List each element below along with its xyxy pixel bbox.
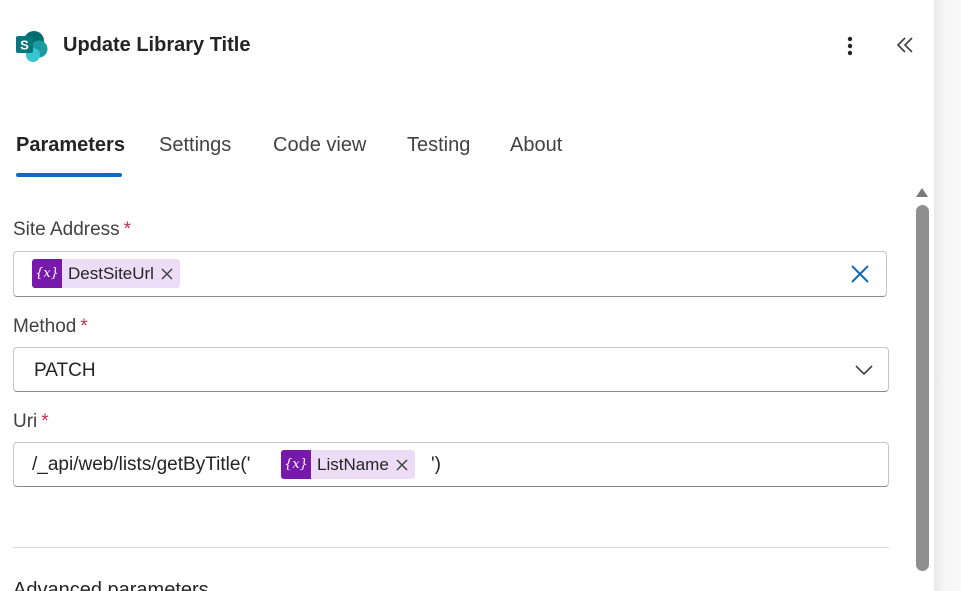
panel-header: S Update Library Title	[0, 0, 934, 90]
method-selected-value: PATCH	[34, 360, 96, 381]
active-tab-indicator	[16, 173, 122, 177]
double-chevron-left-icon	[896, 37, 913, 53]
required-mark: *	[41, 411, 49, 432]
action-config-panel: S Update Library Title Parameters Settin…	[0, 0, 934, 591]
required-mark: *	[80, 316, 88, 337]
tab-code-view[interactable]: Code view	[273, 134, 366, 157]
triangle-up-icon	[916, 187, 928, 197]
section-divider	[13, 547, 889, 548]
clear-field-button[interactable]	[848, 262, 872, 286]
remove-token-button[interactable]	[154, 259, 180, 288]
background-edge	[934, 0, 961, 591]
clear-icon	[851, 265, 869, 283]
site-address-label: Site Address *	[13, 219, 131, 241]
advanced-parameters-label[interactable]: Advanced parameters	[13, 579, 209, 591]
tab-about[interactable]: About	[510, 134, 562, 157]
site-address-label-text: Site Address	[13, 219, 120, 240]
method-label: Method *	[13, 316, 88, 338]
required-mark: *	[123, 219, 132, 240]
page-title: Update Library Title	[63, 34, 251, 56]
uri-suffix-text: ')	[431, 454, 441, 475]
method-label-text: Method	[13, 316, 77, 337]
token-label: DestSiteUrl	[68, 263, 154, 283]
tab-parameters[interactable]: Parameters	[16, 134, 125, 157]
more-options-button[interactable]	[836, 33, 864, 59]
uri-field[interactable]: /_api/web/lists/getByTitle(' {x} ListNam…	[13, 442, 889, 487]
dynamic-content-token[interactable]: {x} ListName	[281, 450, 415, 479]
variable-icon: {x}	[281, 450, 311, 479]
method-dropdown[interactable]: PATCH	[13, 347, 889, 392]
more-vertical-icon	[847, 36, 853, 56]
uri-label: Uri *	[13, 411, 49, 433]
dynamic-content-token[interactable]: {x} DestSiteUrl	[32, 259, 180, 288]
close-icon	[396, 458, 408, 471]
scroll-up-button[interactable]	[915, 186, 929, 198]
logo-letter: S	[20, 38, 29, 53]
sharepoint-logo-icon: S	[15, 30, 49, 62]
close-icon	[161, 267, 173, 280]
uri-label-text: Uri	[13, 411, 38, 432]
tab-settings[interactable]: Settings	[159, 134, 231, 157]
chevron-down-icon	[854, 360, 874, 380]
tab-list: Parameters Settings Code view Testing Ab…	[0, 128, 600, 180]
collapse-panel-button[interactable]	[890, 31, 920, 59]
scrollbar-thumb[interactable]	[916, 205, 929, 571]
remove-token-button[interactable]	[389, 450, 415, 479]
token-label: ListName	[317, 454, 389, 474]
tab-testing[interactable]: Testing	[407, 134, 470, 157]
uri-prefix-text: /_api/web/lists/getByTitle('	[32, 454, 251, 475]
variable-icon: {x}	[32, 259, 62, 288]
site-address-field[interactable]: {x} DestSiteUrl	[13, 251, 887, 297]
